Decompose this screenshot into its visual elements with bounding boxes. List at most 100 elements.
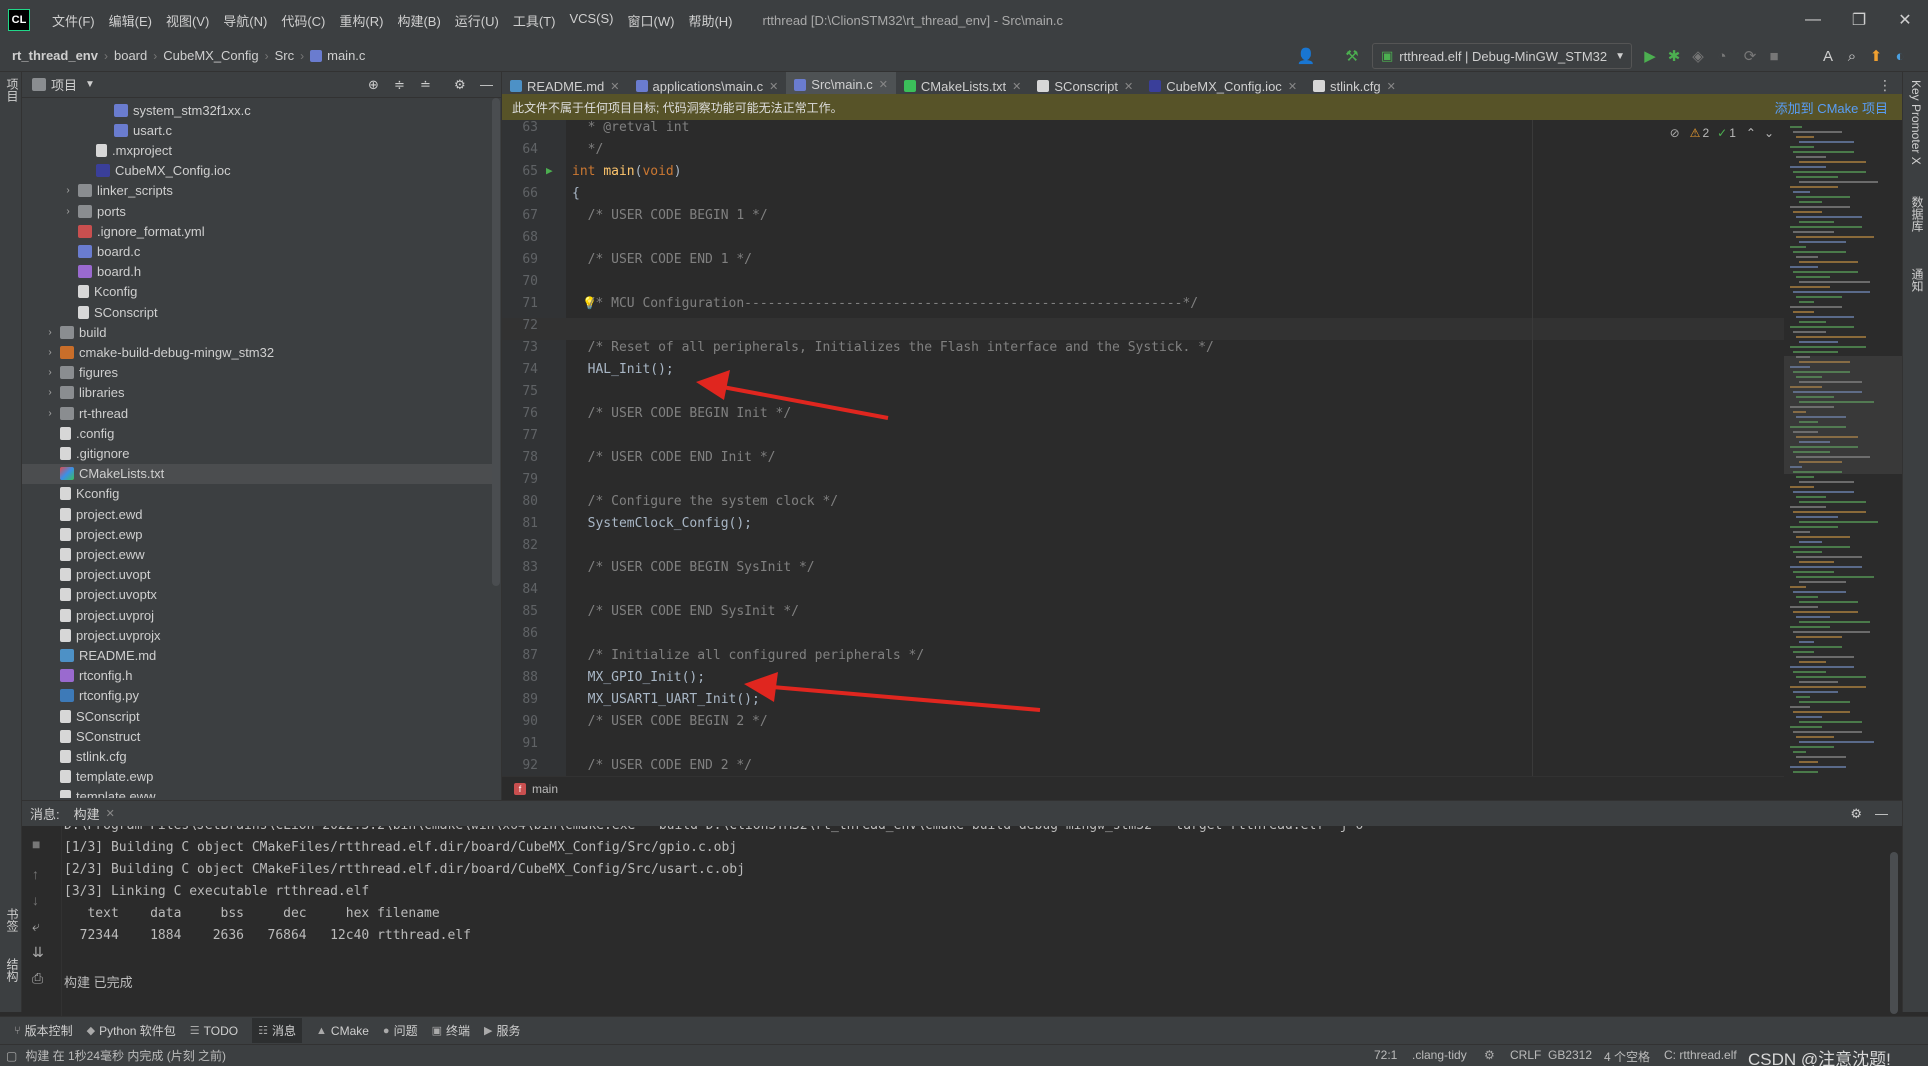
locate-icon[interactable]: ⊕ [368,77,379,93]
breadcrumb-item[interactable]: Src [275,48,295,63]
indent-setting[interactable]: 4 个空格 [1604,1048,1650,1065]
tree-item[interactable]: template.eww [22,787,155,798]
tree-item[interactable]: › libraries [22,383,124,403]
tool-window-button[interactable]: ☰ TODO [190,1024,238,1038]
chevron-right-icon[interactable]: › [44,387,56,398]
translate-icon[interactable]: A [1818,46,1838,66]
tree-item[interactable]: board.h [22,262,141,282]
status-square-icon[interactable]: ▢ [6,1049,17,1063]
expand-all-icon[interactable]: ≑ [394,77,405,93]
build-tab[interactable]: 构建 [74,804,100,823]
line-number[interactable]: 85 [502,604,538,619]
inspection-widget[interactable]: ⊘ ⚠ 2 ✓ 1 ⌃ ⌄ [1670,126,1774,140]
tool-window-button[interactable]: ⑂ 版本控制 [14,1022,73,1039]
tree-item[interactable]: project.ewd [22,504,142,524]
tree-item[interactable]: SConstruct [22,726,140,746]
tool-window-button[interactable]: ▣ 终端 [432,1022,470,1039]
hide-icon[interactable]: — [480,77,493,92]
run-configuration-select[interactable]: ▣ rtthread.elf | Debug-MinGW_STM32 ▼ [1372,43,1632,69]
close-icon[interactable]: ✕ [879,78,888,91]
close-icon[interactable]: ✕ [1288,80,1297,93]
print-icon[interactable]: ⎙ [32,970,43,987]
project-tool-button[interactable]: 项目 [4,78,21,102]
debug-icon[interactable]: ✱ [1664,46,1684,66]
tree-item[interactable]: README.md [22,645,156,665]
close-icon[interactable]: ✕ [106,807,115,820]
database-tool-button[interactable]: 数据库 [1909,196,1926,232]
menu-item[interactable]: VCS(S) [569,11,613,30]
chevron-up-icon[interactable]: ⌃ [1746,126,1756,140]
menu-item[interactable]: 运行(U) [455,11,499,30]
line-number[interactable]: 76 [502,406,538,421]
caret-position[interactable]: 72:1 [1374,1048,1397,1062]
tree-item[interactable]: › linker_scripts [22,181,173,201]
menu-item[interactable]: 导航(N) [223,11,267,30]
line-number[interactable]: 83 [502,560,538,575]
run-gutter-icon[interactable]: ▶ [546,164,553,177]
plugin-icon[interactable]: ◐ [1890,46,1910,66]
soft-wrap-icon[interactable]: ⤶ [32,918,40,935]
attach-icon[interactable]: ⟳ [1740,46,1760,66]
tree-item[interactable]: project.uvprojx [22,625,161,645]
chevron-right-icon[interactable]: › [44,347,56,358]
line-number[interactable]: 66 [502,186,538,201]
line-number[interactable]: 65 [502,164,538,179]
tool-window-button[interactable]: ▲ CMake [316,1024,369,1038]
tree-item[interactable]: › cmake-build-debug-mingw_stm32 [22,342,274,362]
tree-item[interactable]: board.c [22,241,140,261]
tree-item[interactable]: template.ewp [22,767,153,787]
tree-item[interactable]: project.uvoptx [22,585,157,605]
close-icon[interactable]: ✕ [769,80,778,93]
tree-item[interactable]: usart.c [22,120,172,140]
bookmarks-tool-button[interactable]: 书签 [4,908,21,932]
line-number[interactable]: 70 [502,274,538,289]
line-number[interactable]: 87 [502,648,538,663]
line-number[interactable]: 92 [502,758,538,773]
menu-item[interactable]: 编辑(E) [109,11,152,30]
eye-off-icon[interactable]: ⊘ [1670,126,1680,140]
add-to-cmake-link[interactable]: 添加到 CMake 项目 [1775,98,1888,117]
update-icon[interactable]: ⬆ [1866,46,1886,66]
line-number[interactable]: 67 [502,208,538,223]
tool-window-button[interactable]: ▶ 服务 [484,1022,520,1039]
tree-item[interactable]: › figures [22,363,118,383]
tree-item[interactable]: › ports [22,201,126,221]
tree-item[interactable]: CMakeLists.txt [22,463,500,484]
tree-item[interactable]: .gitignore [22,443,129,463]
stop-icon[interactable]: ■ [1764,46,1784,66]
tool-window-button[interactable]: ◆ Python 软件包 [87,1022,176,1039]
profile-icon[interactable]: ◔ [1712,46,1732,66]
breadcrumb-item[interactable]: rt_thread_env [12,48,98,63]
arrow-down-icon[interactable]: ↓ [32,892,39,908]
stop-icon[interactable]: ■ [32,836,40,852]
tree-item[interactable]: project.uvopt [22,565,150,585]
close-icon[interactable]: ✕ [1012,80,1021,93]
tool-window-button[interactable]: ● 问题 [383,1022,418,1039]
menu-item[interactable]: 重构(R) [339,11,383,30]
resolve-context[interactable]: C: rtthread.elf [1664,1048,1737,1062]
build-hammer-icon[interactable]: ⚒ [1342,46,1362,66]
status-message[interactable]: 构建 在 1秒24毫秒 内完成 (片刻 之前) [25,1047,226,1064]
chevron-right-icon[interactable]: › [44,367,56,378]
code-editor[interactable]: 63 * @retval int 64 */65 ▶ int main(void) 66… [502,120,1784,776]
line-number[interactable]: 88 [502,670,538,685]
chevron-down-icon[interactable]: ▼ [85,79,95,90]
project-panel-title[interactable]: 项目 [51,75,77,94]
close-icon[interactable]: ✕ [1387,80,1396,93]
tree-item[interactable]: SConscript [22,706,140,726]
tree-item[interactable]: .config [22,423,114,443]
minimap[interactable] [1784,120,1902,800]
file-encoding[interactable]: GB2312 [1548,1048,1592,1062]
line-number[interactable]: 89 [502,692,538,707]
line-number[interactable]: 64 [502,142,538,157]
menu-item[interactable]: 视图(V) [166,11,209,30]
line-number[interactable]: 86 [502,626,538,641]
hide-icon[interactable]: — [1875,806,1888,821]
line-number[interactable]: 84 [502,582,538,597]
menu-item[interactable]: 帮助(H) [688,11,732,30]
scroll-to-end-icon[interactable]: ⇊ [32,944,44,961]
editor-breadcrumb-main[interactable]: main [532,782,558,796]
tree-item[interactable]: Kconfig [22,282,137,302]
line-number[interactable]: 72 [502,318,538,333]
line-ending[interactable]: CRLF [1510,1048,1541,1062]
